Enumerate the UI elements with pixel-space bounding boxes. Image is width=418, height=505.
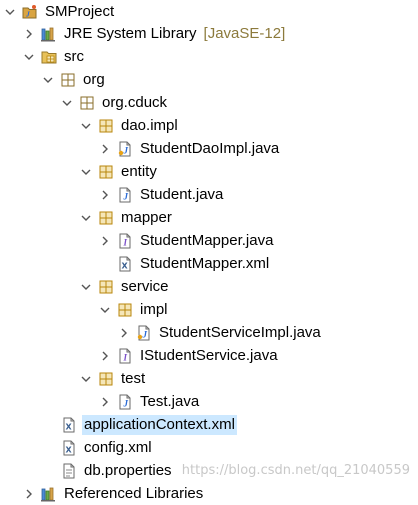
tree-item-file-student-dao-impl[interactable]: StudentDaoImpl.java bbox=[0, 137, 418, 160]
java-file-warning-icon bbox=[136, 325, 152, 341]
package-icon bbox=[98, 118, 114, 134]
chevron-right-icon[interactable] bbox=[118, 327, 130, 339]
tree-item-label: entity bbox=[121, 162, 157, 180]
package-icon bbox=[98, 164, 114, 180]
tree-item-label: applicationContext.xml bbox=[82, 414, 237, 435]
xml-file-icon bbox=[61, 417, 77, 433]
properties-file-icon bbox=[61, 463, 77, 479]
tree-item-file-student[interactable]: Student.java bbox=[0, 183, 418, 206]
tree-item-label: config.xml bbox=[84, 438, 152, 456]
tree-item-file-application-context[interactable]: applicationContext.xml bbox=[0, 413, 418, 436]
java-file-warning-icon bbox=[117, 141, 133, 157]
tree-item-file-istudent-service[interactable]: IStudentService.java bbox=[0, 344, 418, 367]
tree-item-src[interactable]: src bbox=[0, 45, 418, 68]
package-icon bbox=[98, 371, 114, 387]
jre-version-decoration: [JavaSE-12] bbox=[203, 25, 286, 42]
chevron-down-icon[interactable] bbox=[80, 373, 92, 385]
tree-item-file-student-mapper-xml[interactable]: StudentMapper.xml bbox=[0, 252, 418, 275]
tree-item-label: Student.java bbox=[140, 185, 224, 203]
chevron-down-icon[interactable] bbox=[99, 304, 111, 316]
tree-item-package-mapper[interactable]: mapper bbox=[0, 206, 418, 229]
tree-item-file-config[interactable]: config.xml bbox=[0, 436, 418, 459]
chevron-down-icon[interactable] bbox=[80, 281, 92, 293]
tree-item-label: StudentDaoImpl.java bbox=[140, 139, 280, 157]
tree-item-label: impl bbox=[140, 300, 168, 318]
chevron-down-icon[interactable] bbox=[80, 212, 92, 224]
tree-item-label: Referenced Libraries bbox=[64, 484, 204, 502]
java-project-icon bbox=[22, 4, 38, 20]
tree-item-label: IStudentService.java bbox=[140, 346, 278, 364]
package-explorer-tree: SMProject JRE System Library [JavaSE-12]… bbox=[0, 0, 418, 502]
tree-item-referenced-libraries[interactable]: Referenced Libraries bbox=[0, 482, 418, 505]
tree-item-label: org bbox=[83, 70, 105, 88]
tree-item-package-org[interactable]: org bbox=[0, 68, 418, 91]
java-interface-icon bbox=[117, 233, 133, 249]
package-icon bbox=[79, 95, 95, 111]
tree-item-label: db.properties bbox=[84, 461, 172, 479]
tree-item-file-student-mapper-java[interactable]: StudentMapper.java bbox=[0, 229, 418, 252]
tree-item-label: Test.java bbox=[140, 392, 200, 410]
tree-item-label: test bbox=[121, 369, 146, 387]
tree-item-label: dao.impl bbox=[121, 116, 178, 134]
tree-item-package-impl[interactable]: impl bbox=[0, 298, 418, 321]
xml-file-icon bbox=[61, 440, 77, 456]
tree-item-label: JRE System Library bbox=[64, 24, 197, 42]
watermark-text: https://blog.csdn.net/qq_21040559 bbox=[181, 463, 410, 478]
chevron-right-icon[interactable] bbox=[99, 189, 111, 201]
tree-item-label: src bbox=[64, 47, 84, 65]
java-file-icon bbox=[117, 187, 133, 203]
java-file-icon bbox=[117, 394, 133, 410]
tree-item-label: service bbox=[121, 277, 169, 295]
tree-item-label: org.cduck bbox=[102, 93, 168, 111]
chevron-down-icon[interactable] bbox=[4, 6, 16, 18]
tree-item-file-student-service-impl[interactable]: StudentServiceImpl.java bbox=[0, 321, 418, 344]
tree-item-package-org-cduck[interactable]: org.cduck bbox=[0, 91, 418, 114]
package-icon bbox=[98, 279, 114, 295]
chevron-down-icon[interactable] bbox=[80, 120, 92, 132]
tree-item-label: mapper bbox=[121, 208, 172, 226]
tree-item-package-service[interactable]: service bbox=[0, 275, 418, 298]
tree-item-label: StudentMapper.java bbox=[140, 231, 274, 249]
chevron-right-icon[interactable] bbox=[23, 28, 35, 40]
java-interface-icon bbox=[117, 348, 133, 364]
source-folder-icon bbox=[41, 49, 57, 65]
chevron-right-icon[interactable] bbox=[99, 143, 111, 155]
chevron-right-icon[interactable] bbox=[99, 396, 111, 408]
package-icon bbox=[98, 210, 114, 226]
chevron-right-icon[interactable] bbox=[23, 488, 35, 500]
library-icon bbox=[41, 26, 57, 42]
xml-file-icon bbox=[117, 256, 133, 272]
tree-item-package-entity[interactable]: entity bbox=[0, 160, 418, 183]
package-icon bbox=[60, 72, 76, 88]
chevron-down-icon[interactable] bbox=[23, 51, 35, 63]
tree-item-label: StudentServiceImpl.java bbox=[159, 323, 321, 341]
chevron-down-icon[interactable] bbox=[61, 97, 73, 109]
tree-item-file-test[interactable]: Test.java bbox=[0, 390, 418, 413]
chevron-right-icon[interactable] bbox=[99, 235, 111, 247]
chevron-down-icon[interactable] bbox=[80, 166, 92, 178]
tree-item-project[interactable]: SMProject bbox=[0, 0, 418, 23]
tree-item-label: StudentMapper.xml bbox=[140, 254, 270, 272]
tree-item-package-dao-impl[interactable]: dao.impl bbox=[0, 114, 418, 137]
tree-item-jre-library[interactable]: JRE System Library [JavaSE-12] bbox=[0, 22, 418, 45]
tree-item-package-test[interactable]: test bbox=[0, 367, 418, 390]
tree-item-label: SMProject bbox=[45, 2, 115, 20]
package-icon bbox=[117, 302, 133, 318]
chevron-down-icon[interactable] bbox=[42, 74, 54, 86]
chevron-right-icon[interactable] bbox=[99, 350, 111, 362]
